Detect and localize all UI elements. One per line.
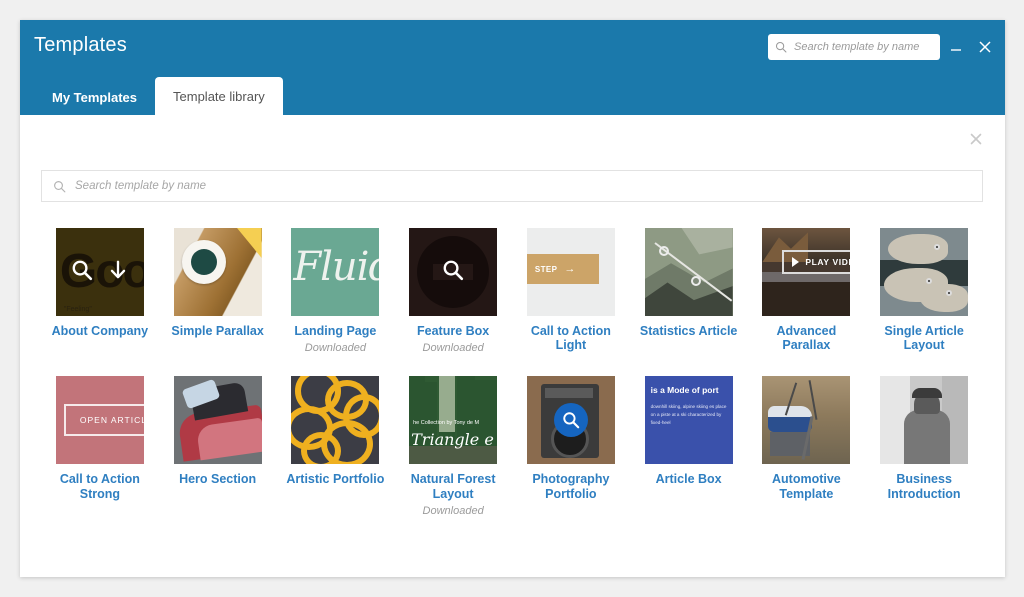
- templates-window: Templates My Templates Template l: [20, 20, 1005, 577]
- template-name[interactable]: Article Box: [656, 472, 722, 486]
- template-card[interactable]: Business Introduction: [865, 376, 983, 517]
- template-card[interactable]: OPEN ARTICLE Call to Action Strong: [41, 376, 159, 517]
- template-card[interactable]: Photography Portfolio: [512, 376, 630, 517]
- template-thumbnail[interactable]: [645, 228, 733, 316]
- template-thumbnail[interactable]: Goo"Feeling": [56, 228, 144, 316]
- template-name[interactable]: Advanced Parallax: [751, 324, 861, 353]
- template-grid: Goo"Feeling" About Company Simple Parallax…: [41, 228, 983, 517]
- thumbnail-hover-overlay: [409, 228, 497, 316]
- tab-bar: My Templates Template library: [34, 75, 283, 115]
- template-thumbnail[interactable]: [527, 376, 615, 464]
- page-title: Templates: [34, 34, 127, 57]
- template-thumbnail[interactable]: [762, 376, 850, 464]
- thumb-text: is a Mode of port: [651, 385, 727, 396]
- close-button[interactable]: [973, 34, 997, 60]
- template-thumbnail[interactable]: [174, 376, 262, 464]
- tab-my-templates[interactable]: My Templates: [34, 79, 155, 115]
- search-icon[interactable]: [554, 403, 588, 437]
- search-icon[interactable]: [442, 259, 464, 286]
- thumb-text: downhill skiing, alpine skiing es place …: [651, 403, 727, 427]
- thumb-text: he Collection by Tony de M: [413, 420, 493, 426]
- template-card[interactable]: Feature Box Downloaded: [394, 228, 512, 354]
- template-status-label: Downloaded: [423, 342, 484, 354]
- tab-template-library[interactable]: Template library: [155, 77, 283, 115]
- search-icon: [53, 180, 66, 193]
- window-titlebar: Templates My Templates Template l: [20, 20, 1005, 115]
- template-name[interactable]: Business Introduction: [869, 472, 979, 501]
- template-thumbnail[interactable]: [409, 228, 497, 316]
- thumb-text: Fluid: [293, 244, 379, 290]
- template-name[interactable]: Natural Forest Layout: [398, 472, 508, 501]
- template-name[interactable]: Call to Action Strong: [45, 472, 155, 501]
- template-name[interactable]: Simple Parallax: [171, 324, 263, 338]
- titlebar-search-input[interactable]: [792, 40, 933, 54]
- panel-close-icon[interactable]: [965, 128, 987, 150]
- template-name[interactable]: Single Article Layout: [869, 324, 979, 353]
- template-thumbnail[interactable]: [291, 376, 379, 464]
- template-card[interactable]: Statistics Article: [630, 228, 748, 354]
- template-status-label: Downloaded: [305, 342, 366, 354]
- template-card[interactable]: Automotive Template: [748, 376, 866, 517]
- thumb-text: OPEN ARTICLE: [80, 415, 144, 425]
- download-icon[interactable]: [107, 259, 129, 286]
- arrow-right-icon: →: [564, 263, 575, 275]
- play-icon: [792, 257, 799, 267]
- titlebar-search-box[interactable]: [768, 34, 940, 60]
- template-name[interactable]: Automotive Template: [751, 472, 861, 501]
- template-name[interactable]: Photography Portfolio: [516, 472, 626, 501]
- thumbnail-hover-overlay: [527, 376, 615, 464]
- template-thumbnail[interactable]: STEP →: [527, 228, 615, 316]
- template-card[interactable]: he Collection by Tony de M Triangle e Natu…: [394, 376, 512, 517]
- template-name[interactable]: Landing Page: [294, 324, 376, 338]
- template-card[interactable]: Goo"Feeling" About Company: [41, 228, 159, 354]
- thumb-text: PLAY VIDEO: [805, 257, 850, 267]
- template-status-label: Downloaded: [423, 505, 484, 517]
- template-card[interactable]: PLAY VIDEO Advanced Parallax: [748, 228, 866, 354]
- template-thumbnail[interactable]: OPEN ARTICLE: [56, 376, 144, 464]
- template-card[interactable]: Hero Section: [159, 376, 277, 517]
- search-icon[interactable]: [71, 259, 93, 286]
- template-library-panel: Goo"Feeling" About Company Simple Parallax…: [20, 115, 1005, 577]
- template-thumbnail[interactable]: [880, 228, 968, 316]
- template-card[interactable]: is a Mode of port downhill skiing, alpine…: [630, 376, 748, 517]
- minimize-button[interactable]: [944, 34, 968, 60]
- template-thumbnail[interactable]: is a Mode of port downhill skiing, alpine…: [645, 376, 733, 464]
- template-search-box[interactable]: [41, 170, 983, 202]
- template-thumbnail[interactable]: he Collection by Tony de M Triangle e: [409, 376, 497, 464]
- template-thumbnail[interactable]: PLAY VIDEO: [762, 228, 850, 316]
- template-thumbnail[interactable]: [174, 228, 262, 316]
- template-card[interactable]: Single Article Layout: [865, 228, 983, 354]
- template-card[interactable]: STEP → Call to Action Light: [512, 228, 630, 354]
- template-name[interactable]: About Company: [52, 324, 149, 338]
- template-card[interactable]: Artistic Portfolio: [277, 376, 395, 517]
- thumbnail-hover-overlay: [56, 228, 144, 316]
- template-name[interactable]: Feature Box: [417, 324, 489, 338]
- template-search-input[interactable]: [73, 179, 971, 193]
- template-name[interactable]: Call to Action Light: [516, 324, 626, 353]
- template-thumbnail[interactable]: Fluid: [291, 228, 379, 316]
- thumb-text: STEP: [535, 265, 558, 274]
- template-name[interactable]: Hero Section: [179, 472, 256, 486]
- template-thumbnail[interactable]: [880, 376, 968, 464]
- template-card[interactable]: Simple Parallax: [159, 228, 277, 354]
- thumb-text: Triangle e: [411, 430, 494, 449]
- template-card[interactable]: Fluid Landing Page Downloaded: [277, 228, 395, 354]
- search-icon: [775, 41, 787, 53]
- template-name[interactable]: Statistics Article: [640, 324, 738, 338]
- template-name[interactable]: Artistic Portfolio: [286, 472, 384, 486]
